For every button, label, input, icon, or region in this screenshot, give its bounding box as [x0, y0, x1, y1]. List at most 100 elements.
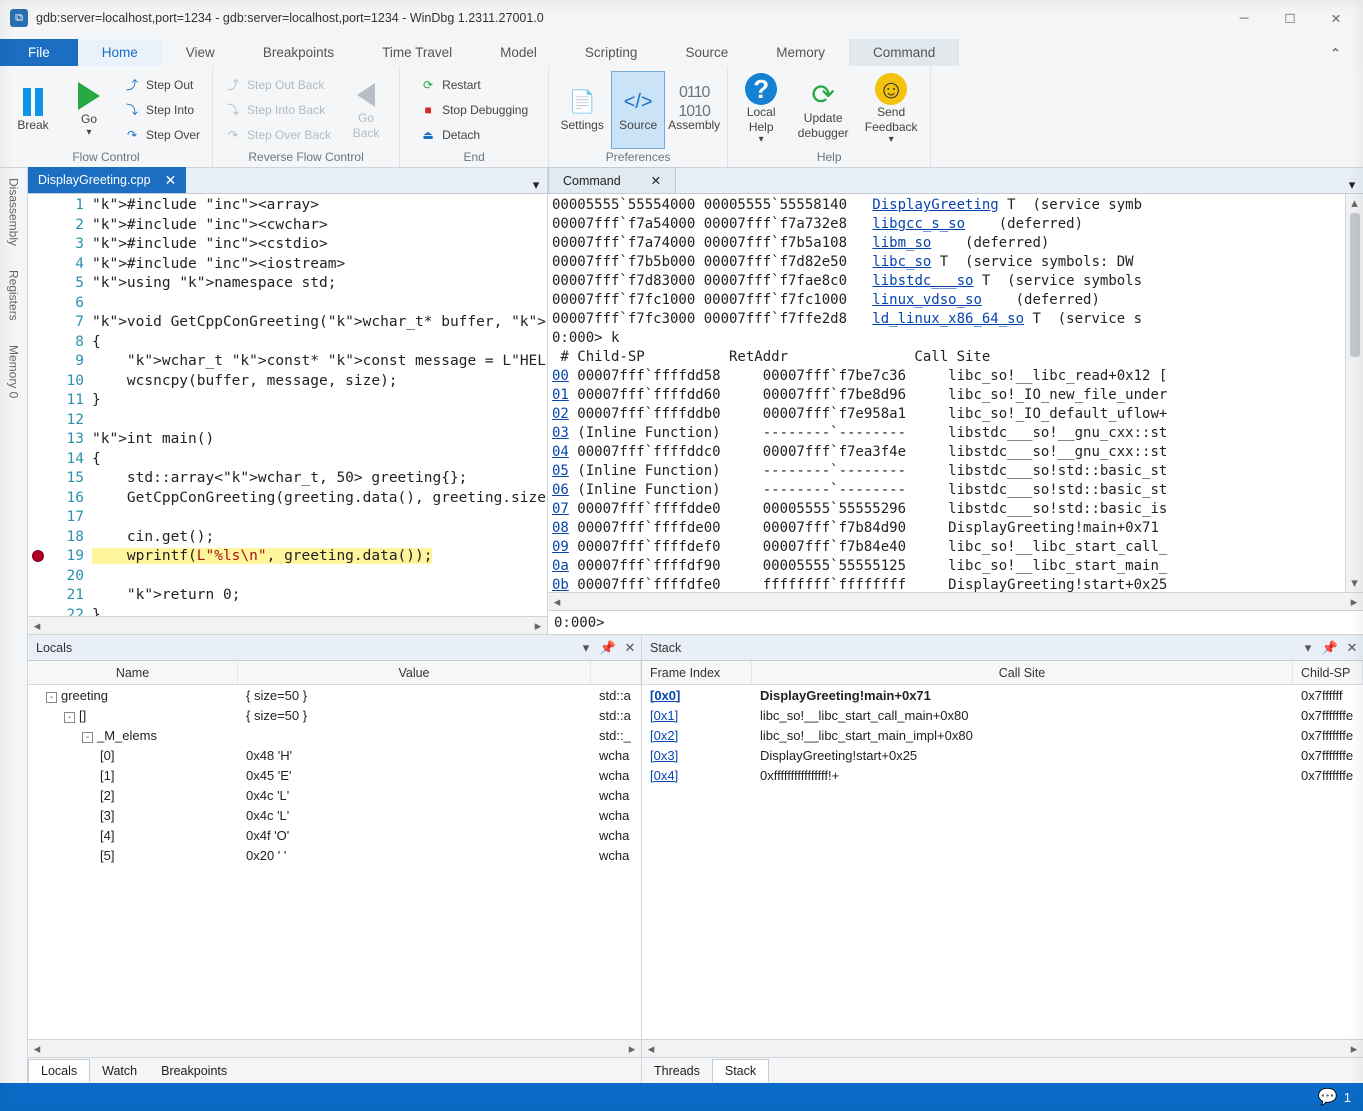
break-button[interactable]: Break: [6, 71, 60, 149]
ribbon-tab-source[interactable]: Source: [661, 39, 752, 66]
command-menu-icon[interactable]: ▾: [1341, 177, 1363, 193]
bottom-tab-stack[interactable]: Stack: [712, 1059, 769, 1082]
assembly-pref-button[interactable]: 01101010Assembly: [667, 71, 721, 149]
close-cmd-tab-icon[interactable]: ✕: [651, 173, 661, 188]
title-bar: ⧉ gdb:server=localhost,port=1234 - gdb:s…: [0, 0, 1363, 36]
locals-pin-icon[interactable]: 📌: [597, 637, 619, 659]
ribbon-tab-breakpoints[interactable]: Breakpoints: [239, 39, 358, 66]
stack-row[interactable]: [0x3]DisplayGreeting!start+0x250x7ffffff…: [642, 745, 1363, 765]
help-icon: ?: [745, 73, 777, 105]
stack-dropdown-icon[interactable]: ▾: [1297, 637, 1319, 659]
step-into-icon: ⤵: [124, 102, 140, 118]
command-hscroll[interactable]: ◂▸: [548, 592, 1363, 610]
update-debugger-button[interactable]: ⟳Update debugger: [790, 71, 856, 149]
stack-header: Stack ▾ 📌 ✕: [642, 635, 1363, 661]
step-over-back-icon: ↷: [225, 127, 241, 143]
locals-row[interactable]: [3]0x4c 'L'wcha: [28, 805, 641, 825]
locals-row[interactable]: [5]0x20 ' 'wcha: [28, 845, 641, 865]
stack-columns: Frame Index Call Site Child-SP: [642, 661, 1363, 685]
step-out-button[interactable]: ⤴Step Out: [118, 73, 206, 97]
command-vscroll[interactable]: ▴▾: [1345, 194, 1363, 592]
locals-row[interactable]: [1]0x45 'E'wcha: [28, 765, 641, 785]
source-pref-button[interactable]: </>Source: [611, 71, 665, 149]
ribbon-collapse-icon[interactable]: ⌃: [1318, 42, 1353, 66]
step-over-icon: ↷: [124, 127, 140, 143]
restart-button[interactable]: ⟳Restart: [414, 73, 534, 97]
command-output[interactable]: 00005555`55554000 00005555`55558140 Disp…: [548, 194, 1345, 592]
bottom-tab-threads[interactable]: Threads: [642, 1060, 712, 1082]
locals-dropdown-icon[interactable]: ▾: [575, 637, 597, 659]
side-tab-memory[interactable]: Memory 0: [5, 341, 23, 402]
stack-row[interactable]: [0x1]libc_so!__libc_start_call_main+0x80…: [642, 705, 1363, 725]
stop-icon: ■: [420, 102, 436, 118]
go-button[interactable]: Go: [62, 71, 116, 149]
settings-button[interactable]: 📄Settings: [555, 71, 609, 149]
close-button[interactable]: ✕: [1313, 2, 1359, 34]
ribbon-tab-file[interactable]: File: [0, 39, 78, 66]
step-out-back-button[interactable]: ⤴Step Out Back: [219, 73, 337, 97]
stack-row[interactable]: [0x0]DisplayGreeting!main+0x710x7ffffff: [642, 685, 1363, 705]
send-feedback-button[interactable]: ☺Send Feedback: [858, 71, 924, 149]
ribbon-tab-timetravel[interactable]: Time Travel: [358, 39, 476, 66]
stack-row[interactable]: [0x2]libc_so!__libc_start_main_impl+0x80…: [642, 725, 1363, 745]
stack-close-icon[interactable]: ✕: [1341, 637, 1363, 659]
command-input[interactable]: [613, 615, 1363, 631]
ribbon-tab-home[interactable]: Home: [78, 39, 162, 66]
locals-row[interactable]: -[]{ size=50 }std::a: [28, 705, 641, 725]
ribbon-tab-scripting[interactable]: Scripting: [561, 39, 662, 66]
source-tab-bar: DisplayGreeting.cpp✕ ▾: [28, 168, 547, 194]
local-help-button[interactable]: ?Local Help: [734, 71, 788, 149]
source-hscroll[interactable]: ◂▸: [28, 616, 547, 634]
step-into-back-button[interactable]: ⤵Step Into Back: [219, 98, 337, 122]
locals-bottom-tabs: Locals Watch Breakpoints: [28, 1057, 641, 1083]
source-menu-icon[interactable]: ▾: [525, 177, 547, 193]
bottom-tab-watch[interactable]: Watch: [90, 1060, 149, 1082]
detach-icon: ⏏: [420, 127, 436, 143]
left-sidebar: Disassembly Registers Memory 0: [0, 168, 28, 1083]
locals-hscroll[interactable]: ◂▸: [28, 1039, 641, 1057]
locals-row[interactable]: [0]0x48 'H'wcha: [28, 745, 641, 765]
ribbon-tab-command[interactable]: Command: [849, 39, 959, 66]
status-bar: 💬 1: [0, 1083, 1363, 1111]
locals-row[interactable]: -_M_elemsstd::_: [28, 725, 641, 745]
ribbon-tab-model[interactable]: Model: [476, 39, 561, 66]
locals-grid[interactable]: -greeting{ size=50 }std::a-[]{ size=50 }…: [28, 685, 641, 1039]
locals-row[interactable]: [2]0x4c 'L'wcha: [28, 785, 641, 805]
bottom-tab-breakpoints[interactable]: Breakpoints: [149, 1060, 239, 1082]
window-title: gdb:server=localhost,port=1234 - gdb:ser…: [36, 11, 544, 25]
stack-hscroll[interactable]: ◂▸: [642, 1039, 1363, 1057]
close-tab-icon[interactable]: ✕: [165, 172, 177, 189]
step-into-back-icon: ⤵: [225, 102, 241, 118]
ribbon-tab-memory[interactable]: Memory: [752, 39, 849, 66]
step-over-button[interactable]: ↷Step Over: [118, 123, 206, 147]
stop-debugging-button[interactable]: ■Stop Debugging: [414, 98, 534, 122]
update-icon: ⟳: [807, 79, 839, 111]
ribbon-tabs: File Home View Breakpoints Time Travel M…: [0, 36, 1363, 66]
source-file-tab[interactable]: DisplayGreeting.cpp✕: [28, 167, 186, 193]
locals-row[interactable]: [4]0x4f 'O'wcha: [28, 825, 641, 845]
assembly-icon: 01101010: [678, 86, 710, 118]
source-code[interactable]: "k">#include "inc"><array>"k">#include "…: [92, 194, 547, 616]
step-out-icon: ⤴: [124, 77, 140, 93]
maximize-button[interactable]: ☐: [1267, 2, 1313, 34]
command-tab[interactable]: Command✕: [548, 167, 676, 193]
source-gutter: 1234567891011121314151617181920212223: [28, 194, 92, 616]
stack-pin-icon[interactable]: 📌: [1319, 637, 1341, 659]
locals-row[interactable]: -greeting{ size=50 }std::a: [28, 685, 641, 705]
side-tab-registers[interactable]: Registers: [5, 266, 23, 325]
minimize-button[interactable]: ─: [1221, 2, 1267, 34]
stack-row[interactable]: [0x4]0xffffffffffffffff!+0x7fffffffe: [642, 765, 1363, 785]
ribbon-tab-view[interactable]: View: [162, 39, 239, 66]
bottom-tab-locals[interactable]: Locals: [28, 1059, 90, 1082]
go-back-button[interactable]: Go Back: [339, 71, 393, 149]
step-out-back-icon: ⤴: [225, 77, 241, 93]
step-over-back-button[interactable]: ↷Step Over Back: [219, 123, 337, 147]
feedback-status-icon[interactable]: 💬: [1318, 1087, 1338, 1107]
detach-button[interactable]: ⏏Detach: [414, 123, 534, 147]
locals-close-icon[interactable]: ✕: [619, 637, 641, 659]
step-into-button[interactable]: ⤵Step Into: [118, 98, 206, 122]
side-tab-disassembly[interactable]: Disassembly: [5, 174, 23, 250]
command-tab-bar: Command✕ ▾: [548, 168, 1363, 194]
stack-grid[interactable]: [0x0]DisplayGreeting!main+0x710x7ffffff[…: [642, 685, 1363, 1039]
stack-bottom-tabs: Threads Stack: [642, 1057, 1363, 1083]
